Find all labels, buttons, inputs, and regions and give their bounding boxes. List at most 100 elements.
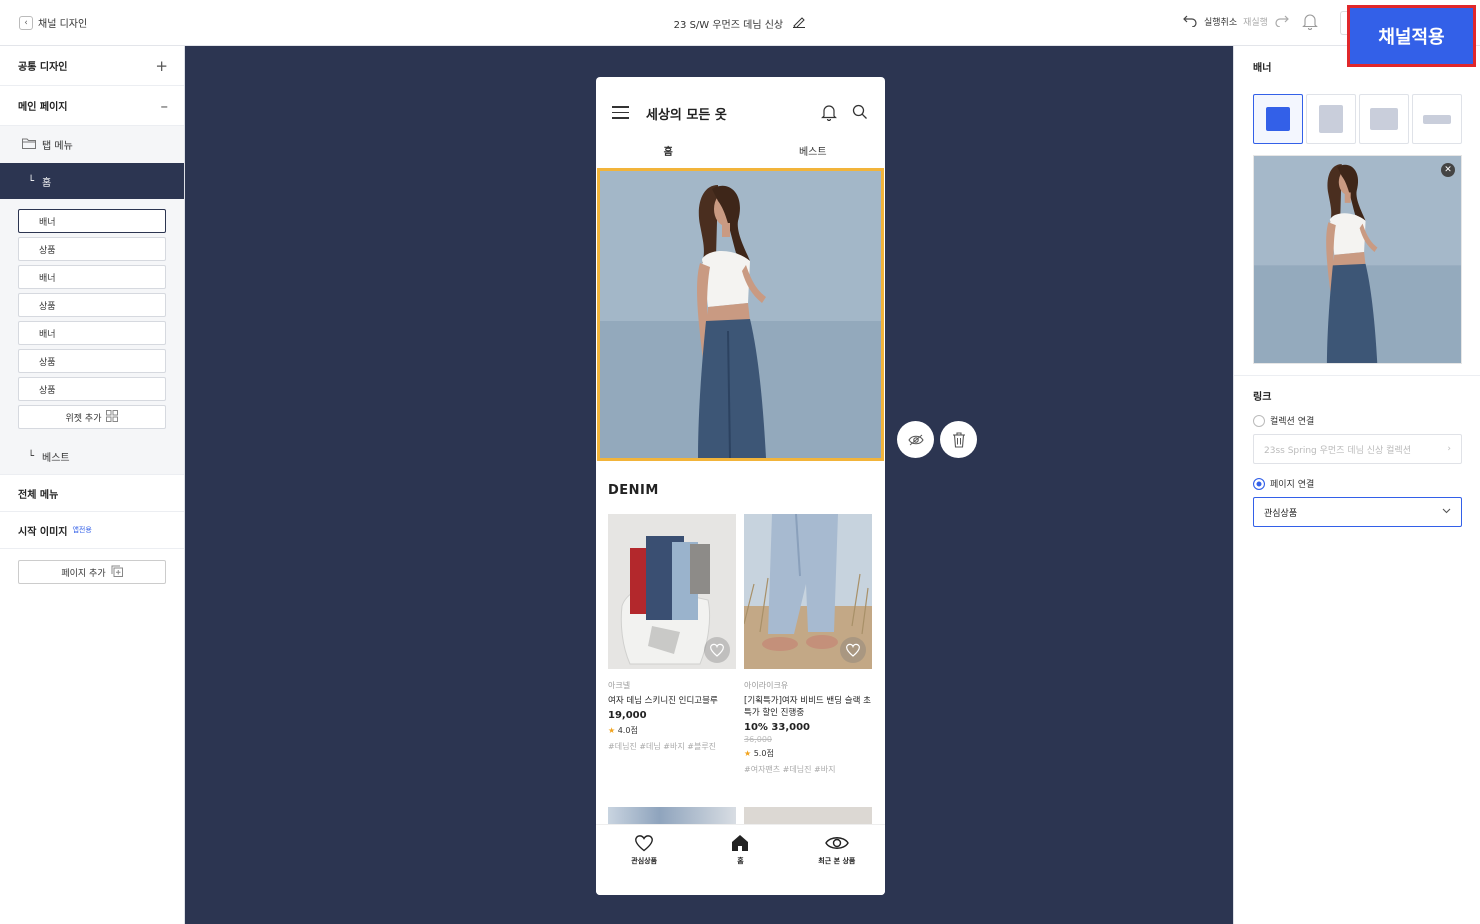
page-link-radio[interactable] [1253, 477, 1265, 490]
minus-icon[interactable]: – [161, 97, 169, 115]
tab-home[interactable]: 홈 [596, 143, 741, 167]
grid-icon [106, 409, 119, 425]
app-only-badge: 앱전용 [72, 526, 92, 534]
redo-label[interactable]: 재실행 [1243, 15, 1268, 28]
eye-icon [907, 434, 924, 445]
product-tags: #여자팬츠 #데님진 #바지 [744, 765, 836, 774]
widget-item[interactable]: 상품 [18, 293, 166, 317]
collection-link-radio[interactable] [1253, 414, 1265, 427]
rating-value: 5.0점 [753, 749, 774, 758]
visibility-toggle-button[interactable] [897, 421, 934, 458]
app-tabs: 홈 베스트 [596, 143, 885, 167]
nav-wishlist[interactable]: 관심상품 [596, 825, 692, 895]
main-page-label: 메인 페이지 [18, 102, 68, 113]
delete-button[interactable] [940, 421, 977, 458]
nav-recent[interactable]: 최근 본 상품 [789, 825, 885, 895]
main-page-section[interactable]: 메인 페이지 – [0, 86, 184, 126]
product-tags: #데님진 #데님 #바지 #블루진 [608, 742, 717, 751]
start-image-section[interactable]: 시작 이미지 앱전용 [0, 512, 184, 549]
widget-item[interactable]: 상품 [18, 349, 166, 373]
banner-type-selector [1253, 94, 1462, 144]
page-link-select-value: 관심상품 [1264, 508, 1298, 519]
channel-apply-button[interactable]: 채널적용 [1347, 5, 1476, 67]
undo-icon[interactable] [1183, 13, 1198, 30]
chevron-right-icon: › [1447, 444, 1451, 454]
product-card[interactable]: 아크넬 여자 데님 스키니진 인디고블루 19,000 ★ 4.0점 #데님진 … [608, 514, 737, 752]
add-widget-button[interactable]: 위젯 추가 [18, 405, 166, 429]
banner-preview-image[interactable]: ✕ [1253, 155, 1462, 364]
tab-menu-label: 탭 메뉴 [42, 141, 73, 152]
banner-type-strip-option[interactable] [1412, 94, 1462, 144]
sidebar-item-best[interactable]: └ 베스트 [0, 439, 184, 475]
bell-icon[interactable] [821, 103, 837, 124]
banner-type-square-option[interactable] [1253, 94, 1303, 144]
search-icon[interactable] [852, 104, 868, 123]
nav-home[interactable]: 홈 [692, 825, 788, 895]
collection-link-label: 컬렉션 연결 [1270, 417, 1315, 427]
banner-type-landscape-option[interactable] [1359, 94, 1409, 144]
page-link-select[interactable]: 관심상품 [1253, 497, 1462, 527]
banner-type-portrait-option[interactable] [1306, 94, 1356, 144]
widget-item[interactable]: 상품 [18, 377, 166, 401]
tree-branch-icon: └ [28, 175, 35, 187]
section-title: DENIM [608, 483, 659, 498]
top-bar: ‹ 채널 디자인 23 S/W 우먼즈 데님 신상 실행취소 재실행 [0, 0, 1480, 46]
heart-icon[interactable] [840, 637, 866, 663]
tree-branch-icon: └ [28, 451, 35, 462]
banner-image[interactable] [597, 168, 884, 461]
product-rating: ★ 5.0점 [744, 748, 873, 759]
widget-item[interactable]: 배너 [18, 209, 166, 233]
landscape-shape-icon [1370, 108, 1398, 130]
product-card[interactable]: 아이라이크유 [기획특가]여자 비비드 밴딩 슬랙 초특가 할인 진행중 10%… [744, 514, 873, 775]
home-label: 홈 [42, 177, 52, 189]
heart-icon[interactable] [704, 637, 730, 663]
remove-image-close-icon[interactable]: ✕ [1441, 163, 1455, 177]
copy-plus-icon [111, 565, 123, 580]
all-menu-section[interactable]: 전체 메뉴 [0, 475, 184, 512]
notification-bell-icon[interactable] [1302, 12, 1318, 33]
document-title-text[interactable]: 23 S/W 우먼즈 데님 신상 [674, 20, 783, 31]
common-design-section[interactable]: 공통 디자인 + [0, 46, 184, 86]
nav-wishlist-label: 관심상품 [631, 857, 658, 865]
product-brand: 아크넬 [608, 681, 631, 690]
product-image[interactable] [608, 514, 736, 669]
left-sidebar: 공통 디자인 + 메인 페이지 – 탭 메뉴 └ 홈 배너 상품 배너 상품 배… [0, 46, 185, 924]
widget-item[interactable]: 상품 [18, 237, 166, 261]
page-link-option[interactable]: 페이지 연결 [1253, 477, 1314, 490]
folder-icon [22, 138, 36, 152]
tab-menu-item[interactable]: 탭 메뉴 [0, 126, 184, 163]
heart-outline-icon [635, 835, 654, 852]
sidebar-item-home[interactable]: └ 홈 [0, 163, 184, 199]
product-price: 19,000 [608, 710, 647, 721]
product-original-price: 36,000 [744, 735, 772, 744]
rating-value: 4.0점 [617, 726, 638, 735]
plus-icon[interactable]: + [155, 57, 168, 75]
bottom-nav: 관심상품 홈 최근 본 상품 [596, 824, 885, 895]
app-title: 세상의 모든 옷 [646, 108, 727, 123]
tab-best[interactable]: 베스트 [741, 143, 886, 167]
undo-redo-group: 실행취소 재실행 [1183, 13, 1289, 30]
square-shape-icon [1266, 107, 1290, 131]
product-price: 10% 33,000 [744, 722, 811, 733]
product-image[interactable] [744, 514, 872, 669]
add-widget-label: 위젯 추가 [65, 413, 102, 424]
collection-select-placeholder: 23ss Spring 우먼즈 데님 신상 컬렉션 [1264, 445, 1411, 456]
banner-photo [600, 171, 881, 458]
best-label: 베스트 [42, 453, 70, 464]
hamburger-menu-icon[interactable] [612, 106, 629, 123]
link-section-title: 링크 [1253, 392, 1272, 403]
common-design-label: 공통 디자인 [18, 62, 68, 73]
collection-link-option[interactable]: 컬렉션 연결 [1253, 414, 1314, 427]
add-page-button[interactable]: 페이지 추가 [18, 560, 166, 584]
widget-list: 배너 상품 배너 상품 배너 상품 상품 위젯 추가 [0, 199, 184, 439]
start-image-label: 시작 이미지 [18, 526, 68, 538]
pencil-icon[interactable] [792, 16, 806, 31]
redo-icon[interactable] [1274, 13, 1289, 30]
banner-preview-photo [1254, 156, 1461, 363]
product-name[interactable]: 여자 데님 스키니진 인디고블루 [608, 695, 737, 707]
undo-label[interactable]: 실행취소 [1204, 15, 1237, 28]
collection-select[interactable]: 23ss Spring 우먼즈 데님 신상 컬렉션 › [1253, 434, 1462, 464]
widget-item[interactable]: 배너 [18, 265, 166, 289]
product-name[interactable]: [기획특가]여자 비비드 밴딩 슬랙 초특가 할인 진행중 [744, 695, 873, 719]
widget-item[interactable]: 배너 [18, 321, 166, 345]
